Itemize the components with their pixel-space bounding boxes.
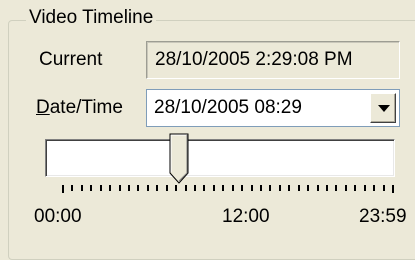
slider-tick (203, 185, 205, 191)
slider-tick (383, 185, 385, 191)
slider-tick (288, 185, 290, 191)
tick-label-mid: 12:00 (222, 206, 270, 227)
slider-tick (194, 185, 196, 191)
slider-tick (71, 185, 73, 191)
slider-tick (317, 185, 319, 191)
datetime-picker[interactable]: 28/10/2005 08:29 (146, 89, 400, 127)
slider-tick (90, 185, 92, 191)
slider-tick (307, 185, 309, 191)
slider-tick (354, 185, 356, 191)
slider-tick (241, 185, 243, 191)
slider-tick (326, 185, 328, 191)
slider-tick (335, 185, 337, 191)
slider-thumb[interactable] (169, 133, 189, 185)
slider-tick (392, 185, 394, 193)
group-title: Video Timeline (26, 6, 157, 30)
slider-tick (62, 185, 64, 193)
slider-tick (260, 185, 262, 191)
tick-label-start: 00:00 (34, 206, 82, 227)
slider-ticks (62, 185, 394, 195)
datetime-label: Date/Time (36, 96, 123, 120)
timeline-slider-track[interactable] (45, 139, 395, 177)
chevron-down-icon[interactable] (370, 93, 396, 123)
slider-tick (156, 185, 158, 191)
slider-tick (232, 185, 234, 191)
current-time-field: 28/10/2005 2:29:08 PM (146, 41, 400, 79)
slider-tick (137, 185, 139, 191)
slider-tick (175, 185, 177, 191)
slider-tick (81, 185, 83, 191)
slider-tick (279, 185, 281, 191)
datetime-label-rest: ate/Time (49, 97, 123, 118)
slider-tick (213, 185, 215, 191)
datetime-value: 28/10/2005 08:29 (154, 97, 302, 118)
slider-tick (166, 185, 168, 191)
slider-tick (100, 185, 102, 191)
current-label: Current (39, 49, 103, 70)
slider-tick (364, 185, 366, 191)
slider-tick (147, 185, 149, 191)
slider-tick (269, 185, 271, 191)
slider-tick (345, 185, 347, 191)
slider-tick (298, 185, 300, 191)
slider-tick (222, 185, 224, 191)
slider-tick (251, 185, 253, 191)
slider-tick (373, 185, 375, 191)
slider-tick (109, 185, 111, 191)
slider-tick (119, 185, 121, 191)
datetime-label-mnemonic: D (36, 97, 50, 118)
slider-tick (128, 185, 130, 191)
tick-label-end: 23:59 (359, 206, 407, 227)
slider-tick (185, 185, 187, 191)
